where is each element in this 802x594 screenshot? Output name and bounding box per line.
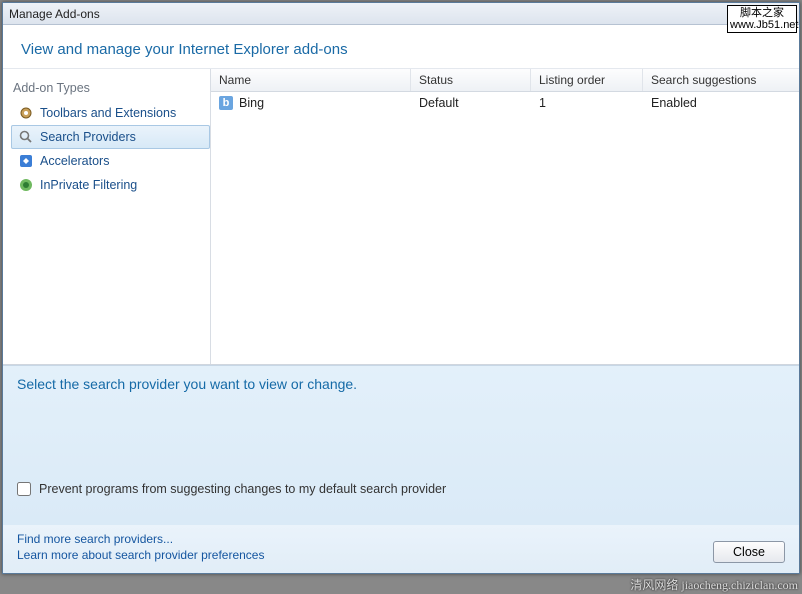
- inprivate-icon: [18, 177, 34, 193]
- instruction-text: View and manage your Internet Explorer a…: [3, 25, 799, 68]
- manage-addons-window: Manage Add-ons 脚本之家 www.Jb51.net View an…: [2, 2, 800, 574]
- footer: Find more search providers... Learn more…: [3, 525, 799, 573]
- col-sugg[interactable]: Search suggestions: [643, 69, 799, 91]
- prevent-changes-label: Prevent programs from suggesting changes…: [39, 482, 446, 496]
- watermark-top: 脚本之家 www.Jb51.net: [727, 5, 797, 33]
- accelerator-icon: [18, 153, 34, 169]
- footer-links: Find more search providers... Learn more…: [17, 531, 264, 563]
- row-status: Default: [411, 92, 531, 114]
- close-button[interactable]: Close: [713, 541, 785, 563]
- col-order[interactable]: Listing order: [531, 69, 643, 91]
- link-find-providers[interactable]: Find more search providers...: [17, 532, 173, 546]
- sidebar-item-label: Accelerators: [40, 154, 109, 168]
- sidebar-item-label: Toolbars and Extensions: [40, 106, 176, 120]
- sidebar-item-toolbars-extensions[interactable]: Toolbars and Extensions: [11, 101, 210, 125]
- details-heading: Select the search provider you want to v…: [17, 376, 785, 392]
- sidebar-heading: Add-on Types: [11, 77, 210, 101]
- row-order: 1: [531, 92, 643, 114]
- list-pane: Name Status Listing order Search suggest…: [211, 69, 799, 364]
- sidebar: Add-on Types Toolbars and Extensions Sea…: [3, 69, 211, 364]
- row-sugg: Enabled: [643, 92, 799, 114]
- list-body: Bing Default 1 Enabled: [211, 92, 799, 364]
- sidebar-item-label: Search Providers: [40, 130, 136, 144]
- details-pane: Select the search provider you want to v…: [3, 365, 799, 525]
- sidebar-item-accelerators[interactable]: Accelerators: [11, 149, 210, 173]
- body: Add-on Types Toolbars and Extensions Sea…: [3, 68, 799, 365]
- bing-icon: [219, 96, 233, 110]
- col-status[interactable]: Status: [411, 69, 531, 91]
- row-name: Bing: [239, 96, 264, 110]
- window-title: Manage Add-ons: [9, 7, 100, 21]
- sidebar-item-inprivate-filtering[interactable]: InPrivate Filtering: [11, 173, 210, 197]
- gear-icon: [18, 105, 34, 121]
- sidebar-item-label: InPrivate Filtering: [40, 178, 137, 192]
- link-learn-more[interactable]: Learn more about search provider prefere…: [17, 548, 264, 562]
- prevent-changes-checkbox[interactable]: [17, 482, 31, 496]
- column-headers: Name Status Listing order Search suggest…: [211, 69, 799, 92]
- prevent-changes-row[interactable]: Prevent programs from suggesting changes…: [17, 482, 785, 496]
- titlebar: Manage Add-ons: [3, 3, 799, 25]
- table-row[interactable]: Bing Default 1 Enabled: [211, 92, 799, 114]
- search-icon: [18, 129, 34, 145]
- watermark-bottom: 清风网络 jiaocheng.chiziclan.com: [630, 576, 798, 593]
- sidebar-item-search-providers[interactable]: Search Providers: [11, 125, 210, 149]
- col-name[interactable]: Name: [211, 69, 411, 91]
